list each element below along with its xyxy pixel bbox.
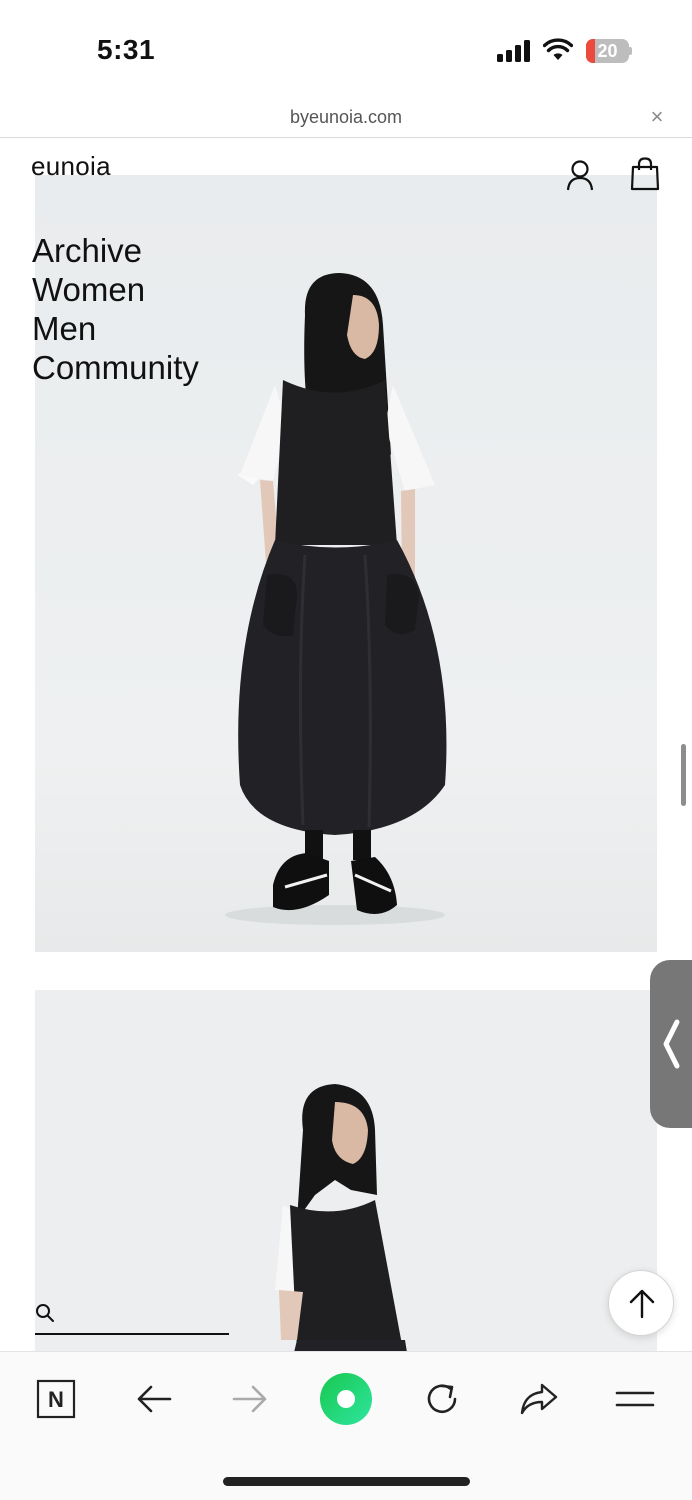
battery-level: 20 [597, 41, 618, 61]
scroll-to-top-button[interactable] [608, 1270, 674, 1336]
model-photo-image [35, 990, 657, 1351]
search-field[interactable] [35, 1301, 229, 1335]
chevron-left-icon [663, 1019, 680, 1069]
wifi-icon [543, 38, 573, 60]
share-button[interactable] [514, 1374, 564, 1424]
account-icon[interactable] [565, 159, 595, 191]
green-dot-button[interactable] [318, 1371, 374, 1427]
naver-icon: N [36, 1379, 76, 1419]
nav-men[interactable]: Men [32, 309, 199, 348]
scrollbar[interactable] [681, 744, 686, 806]
nav-archive[interactable]: Archive [32, 231, 199, 270]
forward-button[interactable] [225, 1374, 275, 1424]
battery-icon: 20 [586, 39, 632, 63]
close-icon[interactable]: × [646, 106, 668, 128]
green-dot-icon [320, 1373, 372, 1425]
nav-community[interactable]: Community [32, 348, 199, 387]
product-photo[interactable] [35, 990, 657, 1351]
naver-home-button[interactable]: N [31, 1374, 81, 1424]
status-time: 5:31 [97, 34, 156, 65]
status-bar: 5:31 20 [0, 0, 692, 100]
arrow-right-icon [232, 1385, 267, 1413]
cellular-signal-icon [497, 40, 531, 62]
reload-button[interactable] [417, 1374, 467, 1424]
reload-icon [427, 1384, 457, 1414]
side-panel-tab[interactable] [650, 960, 692, 1128]
arrow-left-icon [137, 1385, 172, 1413]
shopping-bag-icon[interactable] [630, 157, 660, 191]
nav-women[interactable]: Women [32, 270, 199, 309]
url-text[interactable]: byeunoia.com [0, 107, 692, 128]
hamburger-menu-icon [615, 1391, 655, 1407]
back-button[interactable] [129, 1374, 179, 1424]
home-indicator[interactable] [223, 1477, 470, 1486]
search-icon [36, 1304, 54, 1322]
arrow-up-icon [629, 1289, 655, 1319]
browser-toolbar: N [0, 1351, 692, 1500]
menu-button[interactable] [610, 1374, 660, 1424]
site-logo[interactable]: eunoia [31, 151, 111, 182]
share-icon [520, 1383, 558, 1415]
web-page: eunoia Archive Women Men Community [0, 139, 692, 1351]
site-nav: Archive Women Men Community [32, 231, 199, 387]
address-bar[interactable]: byeunoia.com × [0, 100, 692, 138]
svg-text:N: N [48, 1387, 64, 1412]
